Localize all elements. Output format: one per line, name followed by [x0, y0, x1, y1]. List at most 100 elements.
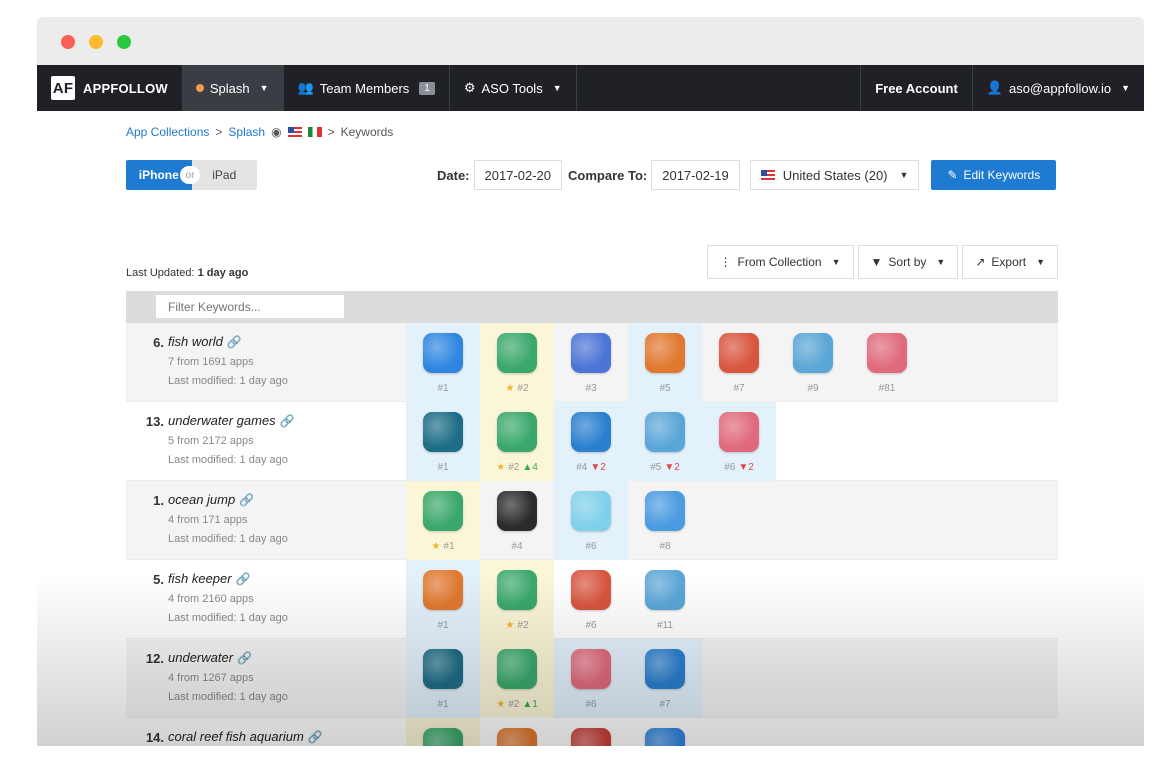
app-icon[interactable] [497, 412, 537, 452]
breadcrumb-app-collections[interactable]: App Collections [126, 125, 209, 139]
link-icon[interactable]: 🔗 [237, 651, 252, 665]
app-rank: #5 [659, 383, 671, 394]
app-icon[interactable] [497, 570, 537, 610]
app-rank-cell[interactable]: #6 [554, 639, 628, 718]
app-icon[interactable] [497, 649, 537, 689]
app-icon[interactable] [645, 649, 685, 689]
app-rank-cell[interactable]: #81 [850, 323, 924, 402]
keyword-name[interactable]: fish world 🔗 [168, 334, 242, 349]
app-rank-cell[interactable]: ★ #2 [480, 560, 554, 639]
app-rank-cell[interactable]: #1 [406, 323, 480, 402]
keyword-name[interactable]: ocean jump 🔗 [168, 492, 254, 507]
edit-keywords-button[interactable]: ✎ Edit Keywords [931, 160, 1057, 190]
app-rank-cell[interactable]: #84 [480, 718, 554, 746]
minimize-window-button[interactable] [89, 35, 103, 49]
app-rank-cell[interactable]: #92 [628, 718, 702, 746]
collection-dropdown[interactable]: Splash ▼ [181, 65, 284, 111]
app-icon[interactable] [497, 491, 537, 531]
app-icon[interactable] [571, 570, 611, 610]
keyword-row[interactable]: 14.coral reef fish aquarium🔗4 from 772 a… [126, 718, 1058, 746]
app-icon[interactable] [719, 412, 759, 452]
compare-date-picker[interactable]: 2017-02-19 [651, 160, 740, 190]
app-rank-cell[interactable]: #6 [554, 560, 628, 639]
link-icon[interactable]: 🔗 [308, 730, 323, 744]
link-icon[interactable]: 🔗 [239, 493, 254, 507]
app-rank-cell[interactable]: #7 [628, 639, 702, 718]
collection-status-icon [195, 84, 204, 92]
app-icon[interactable] [423, 728, 463, 746]
app-icon[interactable] [571, 728, 611, 746]
app-rank-cell[interactable]: #6 ▼2 [702, 402, 776, 481]
app-icon[interactable] [423, 412, 463, 452]
or-separator: or [180, 166, 200, 184]
user-menu[interactable]: 👤 aso@appfollow.io ▼ [971, 65, 1144, 111]
app-icon[interactable] [423, 570, 463, 610]
ipad-toggle[interactable]: iPad [191, 160, 257, 190]
free-account-link[interactable]: Free Account [860, 65, 972, 111]
keyword-row[interactable]: 12. underwater 🔗 4 from 1267 apps Last modif… [126, 639, 1058, 718]
app-rank-cell[interactable]: #4 ▼2 [554, 402, 628, 481]
app-icon[interactable] [571, 491, 611, 531]
brand-link[interactable]: AF APPFOLLOW [37, 65, 182, 111]
app-icon[interactable] [793, 333, 833, 373]
app-icon[interactable] [571, 412, 611, 452]
from-collection-dropdown[interactable]: ⋮ From Collection ▼ [706, 245, 854, 279]
app-rank: ★ #1 [431, 541, 455, 552]
app-rank-cell[interactable]: #6 [554, 481, 628, 560]
keyword-name[interactable]: fish keeper 🔗 [168, 571, 251, 586]
keyword-row[interactable]: 5. fish keeper 🔗 4 from 2160 apps Last modif… [126, 560, 1058, 639]
keyword-row[interactable]: 6. fish world 🔗 7 from 1691 apps Last modifi… [126, 323, 1058, 402]
app-icon[interactable] [719, 333, 759, 373]
app-rank-cell[interactable]: #5 [628, 323, 702, 402]
app-icon[interactable] [645, 570, 685, 610]
app-icon[interactable] [571, 333, 611, 373]
date-picker[interactable]: 2017-02-20 [473, 160, 563, 190]
app-icon[interactable] [423, 649, 463, 689]
app-icon[interactable] [497, 728, 537, 746]
app-icon[interactable] [423, 491, 463, 531]
app-rank-cell[interactable]: ★#3 [406, 718, 480, 746]
maximize-window-button[interactable] [117, 35, 131, 49]
app-icon[interactable] [645, 728, 685, 746]
app-rank-cell[interactable]: #89 [554, 718, 628, 746]
keyword-row[interactable]: 1. ocean jump 🔗 4 from 171 apps Last modifie… [126, 481, 1058, 560]
app-rank-cell[interactable]: #1 [406, 560, 480, 639]
breadcrumb-splash[interactable]: Splash [228, 125, 265, 139]
app-rank-cell[interactable]: ★ #2 ▲1 [480, 639, 554, 718]
app-rank-cell[interactable]: #1 [406, 402, 480, 481]
filter-keywords-input[interactable] [156, 295, 344, 318]
app-icon[interactable] [497, 333, 537, 373]
app-icon[interactable] [423, 333, 463, 373]
last-updated: Last Updated: 1 day ago [126, 267, 249, 279]
app-rank-cell[interactable]: ★ #2 ▲4 [480, 402, 554, 481]
app-rank-cell[interactable]: #4 [480, 481, 554, 560]
link-icon[interactable]: 🔗 [280, 414, 295, 428]
export-dropdown[interactable]: ↗ Export ▼ [962, 245, 1058, 279]
app-rank-cell[interactable]: #5 ▼2 [628, 402, 702, 481]
keyword-row[interactable]: 13. underwater games 🔗 5 from 2172 apps Last… [126, 402, 1058, 481]
app-icon[interactable] [645, 412, 685, 452]
globe-icon: ◉ [271, 125, 282, 139]
link-icon[interactable]: 🔗 [236, 572, 251, 586]
app-icon[interactable] [571, 649, 611, 689]
team-members-link[interactable]: 👥 Team Members 1 [284, 65, 450, 111]
app-icon[interactable] [645, 333, 685, 373]
app-icon[interactable] [645, 491, 685, 531]
app-rank-cell[interactable]: #9 [776, 323, 850, 402]
app-rank-cell[interactable]: ★ #1 [406, 481, 480, 560]
keyword-name[interactable]: underwater games 🔗 [168, 413, 295, 428]
keyword-name[interactable]: underwater 🔗 [168, 650, 252, 665]
aso-tools-dropdown[interactable]: ⚙ ASO Tools ▼ [450, 65, 577, 111]
app-icon[interactable] [867, 333, 907, 373]
app-rank-cell[interactable]: ★ #2 [480, 323, 554, 402]
app-rank-cell[interactable]: #3 [554, 323, 628, 402]
app-rank-cell[interactable]: #8 [628, 481, 702, 560]
app-rank-cell[interactable]: #11 [628, 560, 702, 639]
keyword-name[interactable]: coral reef fish aquarium 🔗 [168, 729, 323, 744]
sort-by-dropdown[interactable]: ▼ Sort by ▼ [857, 245, 959, 279]
country-select[interactable]: United States (20) ▼ [749, 160, 920, 190]
close-window-button[interactable] [61, 35, 75, 49]
app-rank-cell[interactable]: #1 [406, 639, 480, 718]
link-icon[interactable]: 🔗 [227, 335, 242, 349]
app-rank-cell[interactable]: #7 [702, 323, 776, 402]
